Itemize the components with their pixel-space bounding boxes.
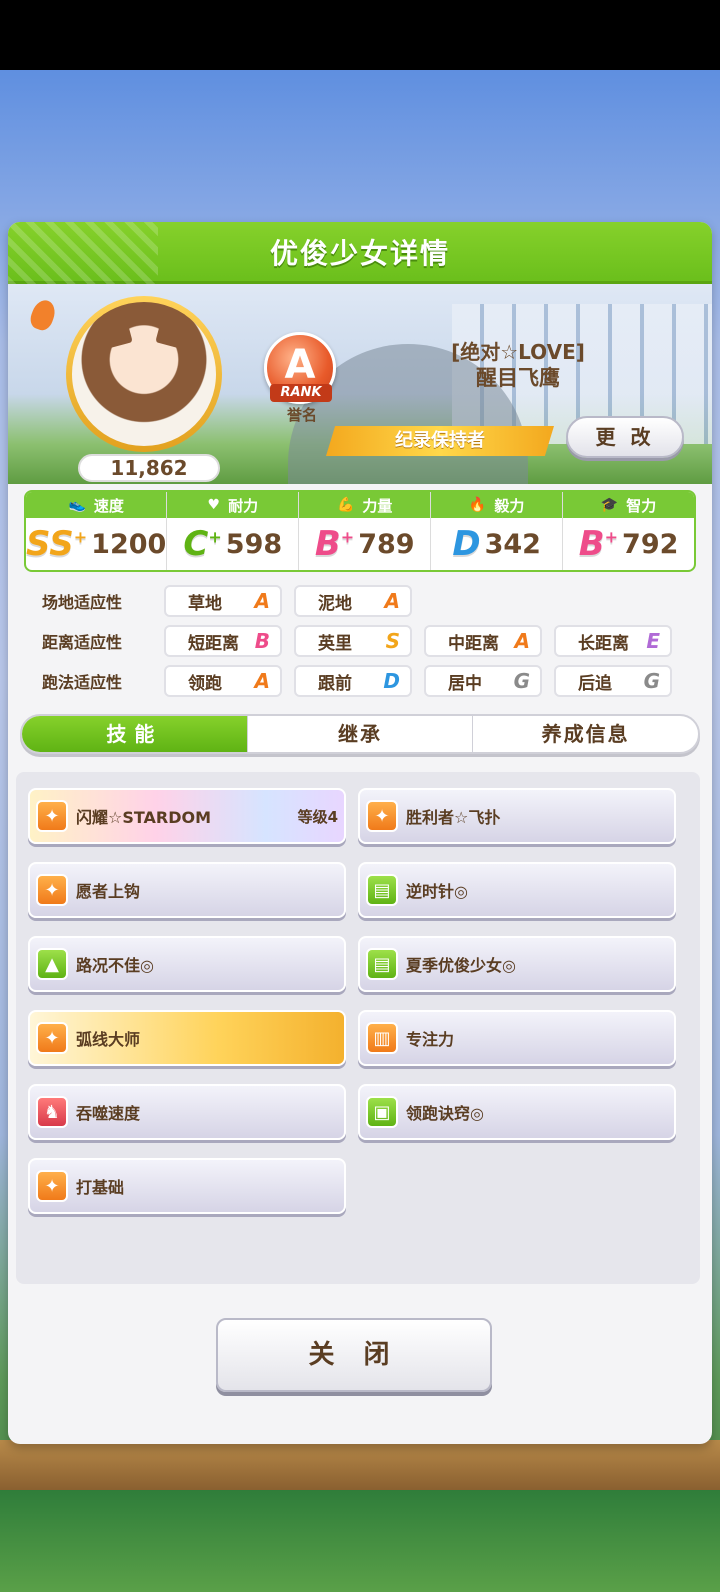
stat-grade: C+ <box>183 524 222 564</box>
aptitude-label: 跑法适应性 <box>42 673 123 692</box>
tab-training-info[interactable]: 养成信息 <box>473 716 698 752</box>
dialog-header: 优俊少女详情 <box>8 222 712 284</box>
gate-icon: ▥ <box>366 1022 398 1054</box>
run-icon: ✦ <box>36 1170 68 1202</box>
stat-value: 1200 <box>91 528 167 560</box>
aptitude-cell: 跟前 D <box>294 665 412 697</box>
fan-count: 11,862 <box>78 454 220 482</box>
profile-banner: 11,862 A RANK 誉名 [绝对☆LOVE] 醒目飞鹰 纪录保持者 更 … <box>8 284 712 484</box>
shoe-icon: 👟 <box>68 497 86 513</box>
stat-label: 速度 <box>93 496 124 515</box>
aptitude-table: 场地适应性 草地 A 泥地 A 距离适应性 短距离 B 英里 S 中距离 A 长距离 E 跑… <box>24 584 696 704</box>
aptitude-cell: 领跑 A <box>164 665 282 697</box>
stat-value: 342 <box>484 528 541 560</box>
umamusume-detail-dialog: 优俊少女详情 11,862 A RANK 誉名 [绝对☆LOVE] 醒目飞鹰 纪… <box>8 222 712 1444</box>
aptitude-cell: 草地 A <box>164 585 282 617</box>
dialog-title: 优俊少女详情 <box>269 236 450 270</box>
stat-grade: D <box>452 524 481 564</box>
stat-label: 智力 <box>626 496 657 515</box>
card-icon: ▤ <box>366 948 398 980</box>
run-icon: ✦ <box>366 800 398 832</box>
stat-wisdom: 🎓 智力 B+ 792 <box>563 492 694 570</box>
aptitude-cell: 短距离 B <box>164 625 282 657</box>
skill-item[interactable]: ✦ 愿者上钩 <box>28 862 346 918</box>
avatar-frame[interactable] <box>66 296 222 452</box>
skill-item[interactable]: ▣ 领跑诀窍◎ <box>358 1084 676 1140</box>
aptitude-cell: 泥地 A <box>294 585 412 617</box>
skill-item[interactable]: ✦ 胜利者☆飞扑 <box>358 788 676 844</box>
skill-item[interactable]: ✦ 打基础 <box>28 1158 346 1214</box>
detail-tabs: 技能 继承 养成信息 <box>20 714 700 754</box>
header-pattern <box>8 222 158 284</box>
skill-level: 等级4 <box>297 807 338 826</box>
run-icon: ✦ <box>36 874 68 906</box>
character-name: 醒目飞鹰 <box>476 366 560 390</box>
stat-grade: B+ <box>578 524 619 564</box>
close-button[interactable]: 关 闭 <box>216 1318 492 1392</box>
stats-panel: 👟 速度 SS+ 1200 ♥ 耐力 C+ 598 💪 力量 B+ 789 🔥 毅力 D 342… <box>24 490 696 572</box>
aptitude-cell: 居中 G <box>424 665 542 697</box>
stat-value: 789 <box>358 528 415 560</box>
ear-right <box>155 303 191 349</box>
skill-item[interactable]: ✦ 弧线大师 <box>28 1010 346 1066</box>
skill-item[interactable]: ✦ 闪耀☆STARDOM 等级4 <box>28 788 346 844</box>
status-bar <box>0 0 720 70</box>
aptitude-label: 距离适应性 <box>42 633 123 652</box>
aptitude-cell: 后追 G <box>554 665 672 697</box>
stat-label: 力量 <box>362 496 393 515</box>
stat-grade: SS+ <box>26 524 88 564</box>
stat-label: 耐力 <box>228 496 259 515</box>
tab-inheritance[interactable]: 继承 <box>248 716 474 752</box>
stat-speed: 👟 速度 SS+ 1200 <box>26 492 168 570</box>
stat-grade: B+ <box>314 524 355 564</box>
skill-item[interactable]: ▤ 夏季优俊少女◎ <box>358 936 676 992</box>
background-rail <box>0 1440 720 1490</box>
rank-label: 誉名 <box>286 406 317 424</box>
aptitude-distance-row: 距离适应性 短距离 B 英里 S 中距离 A 长距离 E <box>24 624 696 658</box>
card-icon: ▤ <box>366 874 398 906</box>
background-grass <box>0 1490 720 1592</box>
aptitude-track-row: 场地适应性 草地 A 泥地 A <box>24 584 696 618</box>
stat-power: 💪 力量 B+ 789 <box>299 492 432 570</box>
cap-icon: 🎓 <box>600 497 619 513</box>
skill-item[interactable]: ▥ 专注力 <box>358 1010 676 1066</box>
stat-guts: 🔥 毅力 D 342 <box>431 492 564 570</box>
run-icon: ✦ <box>36 1022 68 1054</box>
muscle-icon: 💪 <box>336 497 355 513</box>
change-title-button[interactable]: 更 改 <box>566 416 684 458</box>
book-icon: ▣ <box>366 1096 398 1128</box>
stat-value: 598 <box>225 528 283 560</box>
heart-icon: ♥ <box>207 497 221 513</box>
stat-stamina: ♥ 耐力 C+ 598 <box>167 492 300 570</box>
skills-list: ✦ 闪耀☆STARDOM 等级4 ✦ 胜利者☆飞扑 ✦ 愿者上钩 ▤ 逆时针◎ … <box>16 772 700 1284</box>
record-holder-badge: 纪录保持者 <box>326 426 554 456</box>
aptitude-style-row: 跑法适应性 领跑 A 跟前 D 居中 G 后追 G <box>24 664 696 698</box>
rank-tag: RANK <box>270 384 332 402</box>
aptitude-cell: 中距离 A <box>424 625 542 657</box>
muscle-icon: ▲ <box>36 948 68 980</box>
stat-value: 792 <box>622 528 679 560</box>
skill-item[interactable]: ▲ 路况不佳◎ <box>28 936 346 992</box>
character-epithet: [绝对☆LOVE] <box>451 340 585 364</box>
ear-left <box>97 303 133 349</box>
aptitude-cell: 长距离 E <box>554 625 672 657</box>
carrot-icon <box>27 297 59 333</box>
avatar <box>72 302 216 446</box>
flame-icon: 🔥 <box>468 497 487 513</box>
skill-item[interactable]: ▤ 逆时针◎ <box>358 862 676 918</box>
aptitude-label: 场地适应性 <box>42 593 123 612</box>
skill-item[interactable]: ♞ 吞噬速度 <box>28 1084 346 1140</box>
run-icon: ✦ <box>36 800 68 832</box>
horse-icon: ♞ <box>36 1096 68 1128</box>
tab-skills[interactable]: 技能 <box>22 716 248 752</box>
stat-label: 毅力 <box>494 496 525 515</box>
aptitude-cell: 英里 S <box>294 625 412 657</box>
